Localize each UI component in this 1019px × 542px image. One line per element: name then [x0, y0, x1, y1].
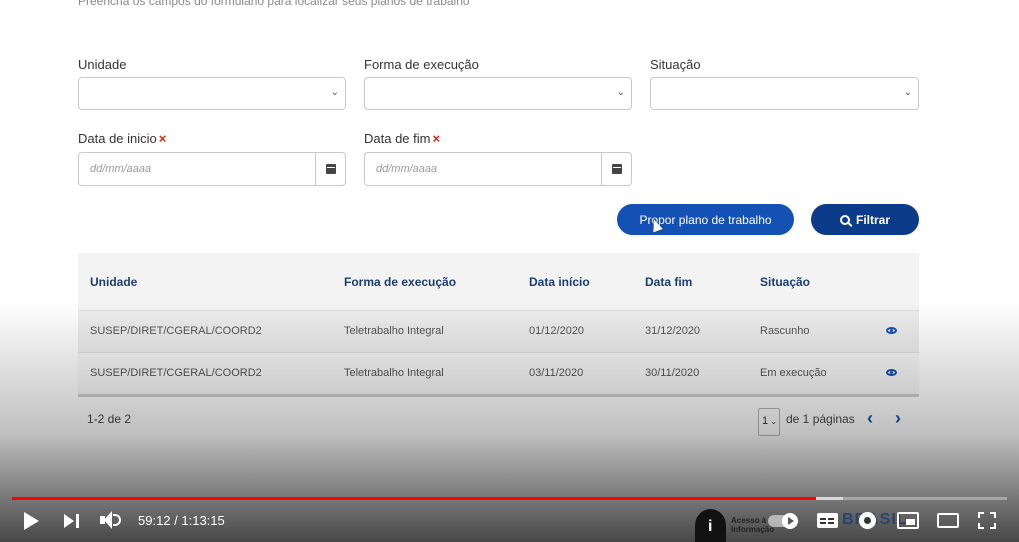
autoplay-knob-icon [782, 513, 798, 529]
chevron-down-icon: ⌄ [330, 87, 339, 98]
progress-bar[interactable] [12, 497, 1007, 500]
forma-execucao-label: Forma de execução [364, 57, 479, 72]
cell-fim: 31/12/2020 [645, 325, 701, 337]
brand-line2: Informação [731, 525, 775, 534]
required-icon: × [158, 131, 167, 146]
unidade-label: Unidade [78, 57, 127, 72]
col-data-inicio[interactable]: Data início [529, 275, 590, 289]
col-situacao[interactable]: Situação [760, 275, 810, 289]
chevron-down-icon: ⌄ [616, 87, 625, 98]
propor-plano-button[interactable]: Propor plano de trabalho [617, 204, 794, 235]
filtrar-label: Filtrar [855, 212, 890, 227]
date-placeholder: dd/mm/aaaa [376, 163, 438, 175]
unidade-select[interactable]: ⌄ [78, 77, 346, 110]
col-unidade[interactable]: Unidade [90, 275, 137, 289]
search-icon [839, 214, 850, 225]
cell-unidade: SUSEP/DIRET/CGERAL/COORD2 [90, 325, 262, 337]
next-page-icon[interactable]: › [895, 409, 901, 427]
cell-fim: 30/11/2020 [645, 367, 700, 379]
date-placeholder: dd/mm/aaaa [90, 163, 152, 175]
pages-label: de 1 páginas [786, 412, 855, 426]
calendar-icon [325, 164, 336, 174]
form-subtitle: Preencha os campos do formulário para lo… [78, 0, 470, 8]
results-range: 1-2 de 2 [87, 412, 132, 426]
data-fim-input[interactable]: dd/mm/aaaa [364, 152, 632, 186]
cell-situacao: Rascunho [760, 325, 810, 337]
cell-forma: Teletrabalho Integral [344, 367, 444, 379]
cell-situacao: Em execução [760, 367, 827, 379]
info-icon: i [708, 518, 713, 535]
table-row: SUSEP/DIRET/CGERAL/COORD2 Teletrabalho I… [78, 352, 919, 394]
planos-table: Unidade Forma de execução Data início Da… [78, 253, 919, 442]
cell-unidade: SUSEP/DIRET/CGERAL/COORD2 [90, 367, 262, 379]
cell-inicio: 03/11/2020 [529, 367, 584, 379]
table-header: Unidade Forma de execução Data início Da… [78, 253, 919, 310]
play-icon[interactable] [24, 512, 39, 530]
col-data-fim[interactable]: Data fim [645, 275, 692, 289]
calendar-icon [611, 164, 622, 174]
miniplayer-icon[interactable] [897, 512, 919, 529]
progress-played [12, 497, 816, 500]
cell-forma: Teletrabalho Integral [344, 325, 444, 337]
forma-execucao-select[interactable]: ⌄ [364, 77, 632, 110]
required-icon: × [432, 131, 441, 146]
table-body: SUSEP/DIRET/CGERAL/COORD2 Teletrabalho I… [78, 310, 919, 394]
table-footer: 1-2 de 2 1 ⌄ de 1 páginas ‹ › [78, 394, 919, 442]
data-fim-label: Data de fim × [364, 131, 440, 146]
gear-icon[interactable] [859, 512, 876, 529]
data-fim-label-text: Data de fim [364, 131, 431, 146]
calendar-button[interactable] [315, 153, 345, 185]
view-eye-icon[interactable] [886, 369, 897, 376]
chevron-down-icon: ⌄ [903, 87, 912, 98]
theater-mode-icon[interactable] [937, 513, 959, 528]
view-eye-icon[interactable] [886, 327, 897, 334]
situacao-select[interactable]: ⌄ [650, 77, 919, 110]
subtitles-icon[interactable] [817, 513, 838, 528]
situacao-label: Situação [650, 57, 701, 72]
prev-page-icon[interactable]: ‹ [867, 409, 873, 427]
fullscreen-icon[interactable] [978, 512, 996, 529]
next-icon[interactable] [64, 514, 80, 528]
table-row: SUSEP/DIRET/CGERAL/COORD2 Teletrabalho I… [78, 310, 919, 352]
calendar-button[interactable] [601, 153, 631, 185]
page-select[interactable]: 1 ⌄ [758, 408, 780, 436]
filtrar-button[interactable]: Filtrar [811, 204, 919, 235]
data-inicio-input[interactable]: dd/mm/aaaa [78, 152, 346, 186]
data-inicio-label: Data de inicio × [78, 131, 166, 146]
cell-inicio: 01/12/2020 [529, 325, 585, 337]
data-inicio-label-text: Data de inicio [78, 131, 157, 146]
col-forma-execucao[interactable]: Forma de execução [344, 275, 456, 289]
time-display: 59:12 / 1:13:15 [138, 513, 225, 528]
